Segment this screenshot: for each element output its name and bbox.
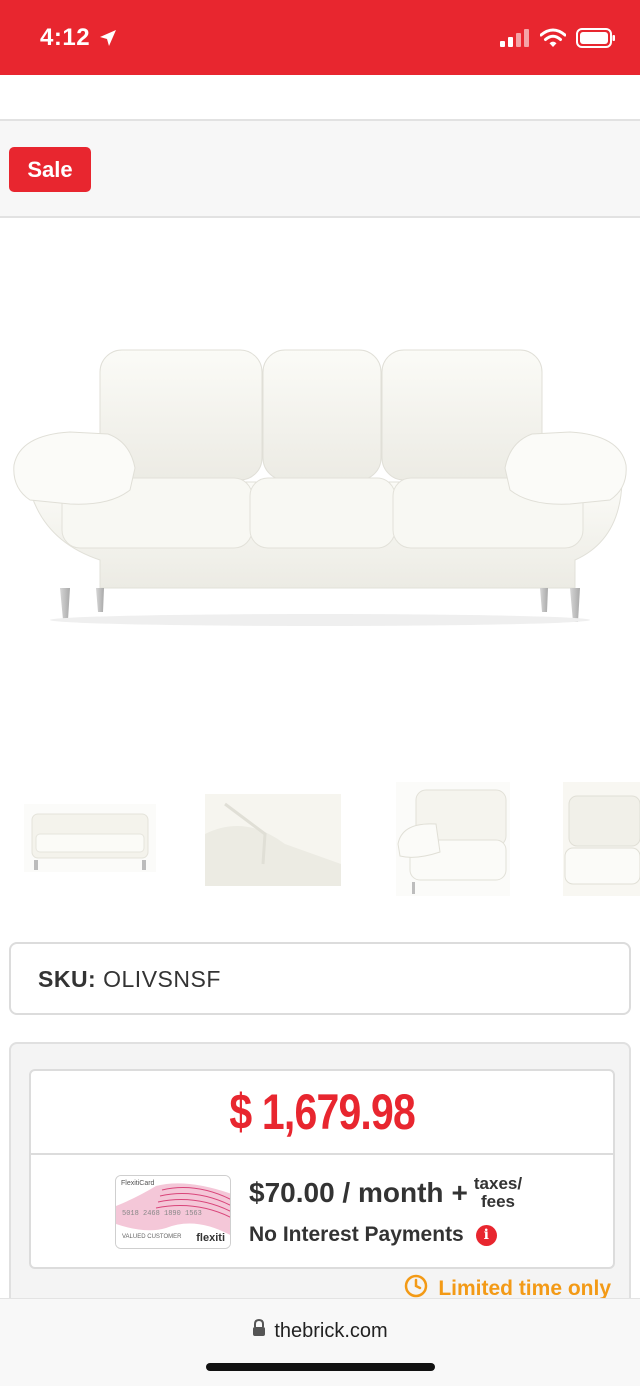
status-bar: 4:12 xyxy=(0,0,640,75)
sku-label: SKU: xyxy=(38,966,97,992)
sku-value: OLIVSNSF xyxy=(103,966,221,992)
sofa-detail-thumbnail[interactable] xyxy=(205,794,341,886)
taxes-fees: taxes/ fees xyxy=(474,1175,522,1211)
status-icons xyxy=(500,28,616,53)
badge-row: Sale xyxy=(0,121,640,218)
thumbnail-strip xyxy=(0,770,640,910)
wifi-icon xyxy=(539,28,567,53)
sofa-side-thumbnail[interactable] xyxy=(563,782,640,896)
location-arrow-icon xyxy=(98,28,118,53)
no-interest-row: No Interest Payments i xyxy=(249,1223,497,1247)
card-brand-small: FlexitiCard xyxy=(121,1180,155,1187)
card-number: 5018 2468 1890 1563 xyxy=(122,1210,202,1218)
home-indicator xyxy=(206,1363,435,1371)
sofa-front-thumbnail[interactable] xyxy=(24,804,156,872)
browser-bar: thebrick.com xyxy=(0,1298,640,1386)
sale-badge: Sale xyxy=(9,147,91,192)
monthly-plus: + xyxy=(451,1177,468,1208)
card-brand: flexiti xyxy=(196,1232,225,1244)
taxes-line: taxes/ xyxy=(473,1174,523,1193)
price-card: $ 1,679.98 FlexitiCard 5018 2468 1890 15… xyxy=(29,1069,615,1269)
flexiti-card-image: FlexitiCard 5018 2468 1890 1563 VALUED C… xyxy=(115,1175,231,1249)
monthly-payment: $70.00 / month + taxes/ fees xyxy=(249,1175,522,1211)
sku-box: SKU: OLIVSNSF xyxy=(9,942,631,1015)
price-value: $ 1,679.98 xyxy=(229,1084,415,1140)
url-text: thebrick.com xyxy=(274,1319,388,1342)
url-bar[interactable]: thebrick.com xyxy=(0,1318,640,1343)
card-holder: VALUED CUSTOMER xyxy=(122,1234,182,1240)
fees-line: fees xyxy=(480,1192,515,1211)
sku-text: SKU: OLIVSNSF xyxy=(38,966,221,993)
signal-icon xyxy=(500,29,530,52)
sofa-image xyxy=(13,349,627,626)
product-image[interactable] xyxy=(0,220,640,760)
lock-icon xyxy=(252,1318,266,1343)
no-interest-text: No Interest Payments xyxy=(249,1223,464,1246)
sofa-angle-thumbnail[interactable] xyxy=(396,782,510,896)
info-icon[interactable]: i xyxy=(475,1224,497,1246)
battery-icon xyxy=(576,28,616,53)
limited-time-text: Limited time only xyxy=(438,1276,611,1300)
status-time: 4:12 xyxy=(40,24,91,51)
price-row: $ 1,679.98 xyxy=(31,1071,613,1155)
price-panel: $ 1,679.98 FlexitiCard 5018 2468 1890 15… xyxy=(9,1042,631,1312)
monthly-amount: $70.00 / month xyxy=(249,1177,444,1208)
header-spacer xyxy=(0,75,640,121)
